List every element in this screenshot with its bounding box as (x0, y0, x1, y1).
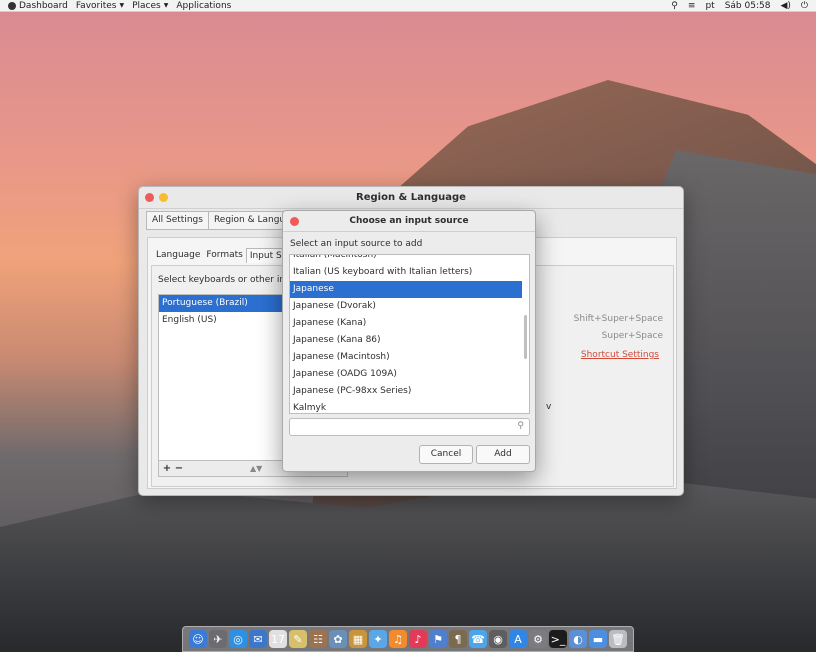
choose-input-source-dialog: Choose an input source Select an input s… (282, 210, 536, 472)
settings-icon[interactable]: ⚙ (529, 630, 547, 648)
window-controls (145, 193, 168, 202)
menu-places-label: Places (132, 0, 161, 11)
launchpad-icon[interactable]: ✈ (209, 630, 227, 648)
keyboard-language[interactable]: pt (705, 1, 714, 11)
search-icon: ⚲ (517, 421, 524, 431)
list-item[interactable]: Kalmyk (290, 400, 522, 413)
power-icon[interactable]: ⏻ (801, 1, 808, 11)
dialog-subtitle: Select an input source to add (290, 239, 423, 249)
list-item[interactable]: Portuguese (Brazil) (159, 295, 283, 312)
clock[interactable]: Sáb 05:58 (725, 1, 771, 11)
input-source-list[interactable]: Portuguese (Brazil) English (US) (158, 294, 284, 476)
status-area: ⚲ ≡ pt Sáb 05:58 ◀) ⏻ (671, 1, 808, 11)
list-item[interactable]: English (US) (159, 312, 283, 329)
list-item[interactable]: Japanese (Kana 86) (290, 332, 522, 349)
menu-dashboard-label: Dashboard (19, 0, 68, 11)
tab-formats[interactable]: Formats (203, 248, 245, 263)
volume-icon[interactable]: ◀) (780, 1, 790, 11)
list-menu-icon[interactable]: ≡ (688, 1, 696, 11)
dialog-title: Choose an input source (349, 216, 469, 226)
apple-icon (8, 1, 16, 10)
crumb-all-settings[interactable]: All Settings (146, 211, 209, 230)
trash-icon[interactable]: 🗑 (609, 630, 627, 648)
messages-icon[interactable]: ✦ (369, 630, 387, 648)
remove-source-button[interactable]: − (174, 463, 184, 474)
list-item[interactable]: Japanese (PC-98xx Series) (290, 383, 522, 400)
dock: ☺ ✈ ◎ ✉ 17 ✎ ☷ ✿ ▦ ✦ ♫ ♪ ⚑ ¶ ☎ ◉ A ⚙ >_ ◐ ▬ 🗑 (182, 626, 634, 652)
shortcut-settings-link[interactable]: Shortcut Settings (581, 350, 659, 360)
chrome-icon[interactable]: ◉ (489, 630, 507, 648)
contacts-icon[interactable]: ☷ (309, 630, 327, 648)
itunes-icon[interactable]: ♫ (389, 630, 407, 648)
preview-icon[interactable]: ▦ (349, 630, 367, 648)
dialog-titlebar[interactable]: Choose an input source (283, 211, 535, 232)
notes-icon[interactable]: ✎ (289, 630, 307, 648)
search-input[interactable]: ⚲ (289, 418, 530, 436)
menu-favorites[interactable]: Favorites ▼ (76, 1, 124, 11)
list-item[interactable]: Japanese (OADG 109A) (290, 366, 522, 383)
list-item[interactable]: Italian (Macintosh) (290, 255, 522, 264)
input-source-options[interactable]: Italian (Macintosh) Italian (US keyboard … (289, 254, 530, 414)
tab-language[interactable]: Language (153, 248, 203, 263)
finder-icon[interactable]: ☺ (189, 630, 207, 648)
search-icon[interactable]: ⚲ (671, 1, 678, 11)
language-list: Italian (Macintosh) Italian (US keyboard … (290, 255, 522, 413)
menu-dashboard[interactable]: Dashboard (8, 1, 68, 11)
appstore-icon[interactable]: A (509, 630, 527, 648)
chevron-down-icon: ▼ (119, 2, 125, 9)
preferences-icon[interactable]: ◐ (569, 630, 587, 648)
input-sources-label: Select keyboards or other inpu (158, 275, 297, 285)
minimize-button[interactable] (159, 193, 168, 202)
add-button[interactable]: Add (476, 445, 530, 464)
shortcut-prev-source: Super+Space (601, 331, 663, 341)
menu-applications[interactable]: Applications (176, 1, 231, 11)
textedit-icon[interactable]: ¶ (449, 630, 467, 648)
list-item[interactable]: Japanese (Macintosh) (290, 349, 522, 366)
dialog-close-button[interactable] (290, 217, 299, 226)
calendar-icon[interactable]: 17 (269, 630, 287, 648)
music-icon[interactable]: ♪ (409, 630, 427, 648)
cancel-button[interactable]: Cancel (419, 445, 473, 464)
list-item[interactable]: Japanese (Kana) (290, 315, 522, 332)
list-item[interactable]: Japanese (290, 281, 522, 298)
photos-icon[interactable]: ✿ (329, 630, 347, 648)
scrollbar[interactable] (524, 315, 527, 359)
chevron-down-icon: ▼ (163, 2, 169, 9)
add-source-button[interactable]: + (162, 463, 172, 474)
folder-icon[interactable]: ▬ (589, 630, 607, 648)
maps-icon[interactable]: ⚑ (429, 630, 447, 648)
top-panel: Dashboard Favorites ▼ Places ▼ Applicati… (0, 0, 816, 12)
list-item[interactable]: Italian (US keyboard with Italian letter… (290, 264, 522, 281)
menu-places[interactable]: Places ▼ (132, 1, 168, 11)
menu-favorites-label: Favorites (75, 0, 117, 11)
region-window-titlebar[interactable]: Region & Language (139, 187, 683, 209)
close-button[interactable] (145, 193, 154, 202)
mail-icon[interactable]: ✉ (249, 630, 267, 648)
list-item[interactable]: Japanese (Dvorak) (290, 298, 522, 315)
facetime-icon[interactable]: ☎ (469, 630, 487, 648)
tab-bar: Language Formats Input Sou (153, 248, 297, 263)
shortcut-next-source: Shift+Super+Space (573, 314, 663, 324)
region-window-title: Region & Language (356, 192, 466, 203)
safari-icon[interactable]: ◎ (229, 630, 247, 648)
partial-text: v (546, 402, 552, 412)
move-up-down-icon[interactable]: ▲▼ (250, 464, 262, 473)
terminal-icon[interactable]: >_ (549, 630, 567, 648)
menu-applications-label: Applications (176, 0, 232, 11)
